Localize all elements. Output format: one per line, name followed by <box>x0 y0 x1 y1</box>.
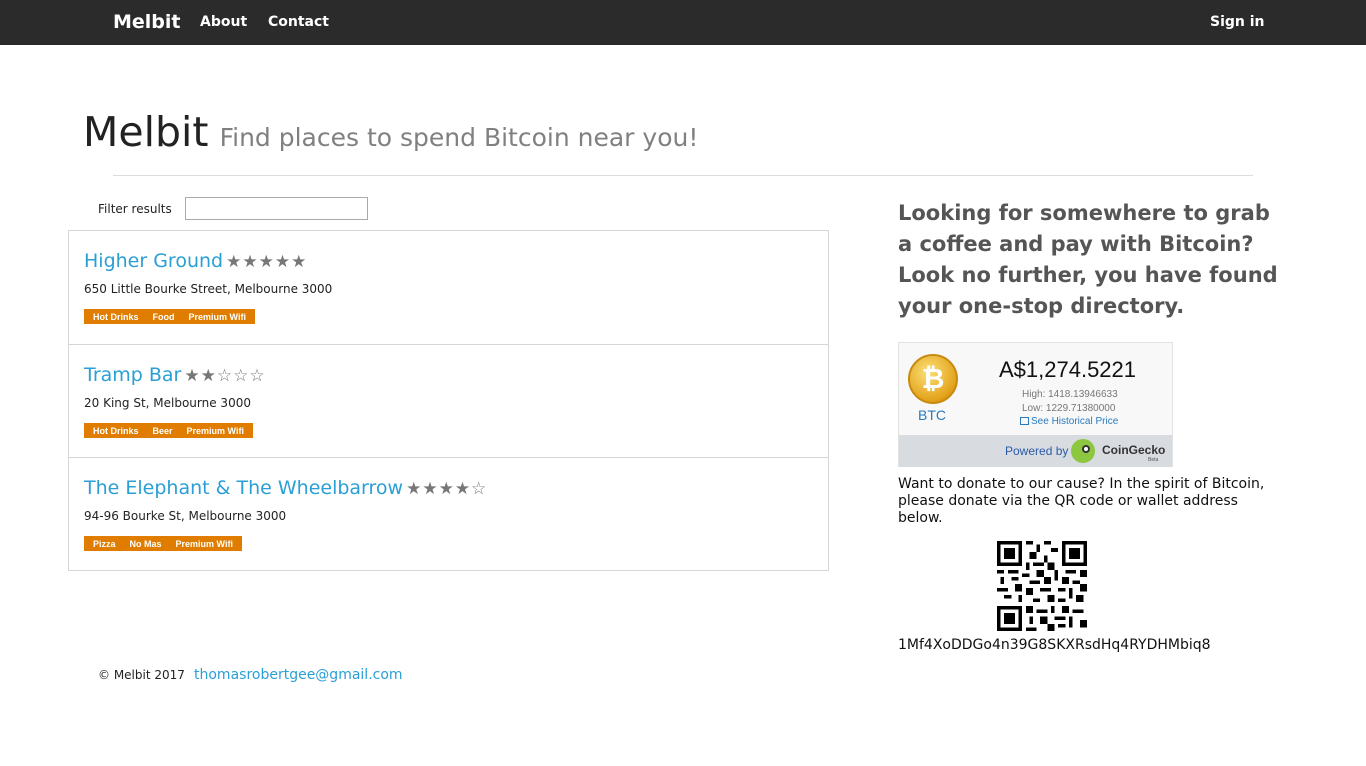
venue-heading: Higher Ground ★★★★★ <box>84 250 307 272</box>
venue-tag: Hot Drinks <box>93 425 139 436</box>
coingecko-brand[interactable]: CoinGecko <box>1102 443 1165 457</box>
price-low: Low: 1229.71380000 <box>1022 403 1116 414</box>
venue-tag: Pizza <box>93 538 116 549</box>
wallet-address: 1Mf4XoDDGo4n39G8SKXRsdHq4RYDHMbiq8 <box>898 637 1211 653</box>
price-high: High: 1418.13946633 <box>1022 389 1118 400</box>
venue-tag: Beer <box>152 425 173 436</box>
brand-link[interactable]: Melbit <box>113 11 181 33</box>
currency-label: BTC <box>918 407 946 423</box>
filter-label: Filter results <box>98 202 172 216</box>
tagline: Looking for somewhere to grab a coffee a… <box>898 201 1278 318</box>
venue-item: The Elephant & The Wheelbarrow ★★★★☆ 94-9… <box>69 457 828 570</box>
widget-footer: Powered by CoinGecko Beta <box>899 435 1172 467</box>
star-rating: ★★★★★ <box>226 252 308 272</box>
venue-tag: Premium Wifi <box>175 538 233 549</box>
beta-label: Beta <box>1148 457 1159 463</box>
venue-tags: Pizza No Mas Premium Wifi <box>84 536 242 551</box>
historical-price-label: See Historical Price <box>1031 416 1119 427</box>
filter-input[interactable] <box>185 197 368 220</box>
bitcoin-coin-icon: ₿ <box>908 354 958 404</box>
sign-in-link[interactable]: Sign in <box>1210 14 1265 30</box>
footer: © Melbit 2017 thomasrobertgee@gmail.com <box>98 664 403 683</box>
powered-by-label: Powered by <box>1005 444 1069 458</box>
price-widget: ₿ BTC A$1,274.5221 High: 1418.13946633 L… <box>898 342 1173 467</box>
venue-heading: The Elephant & The Wheelbarrow ★★★★☆ <box>84 477 487 499</box>
header-divider <box>113 175 1253 176</box>
donate-text: Want to donate to our cause? In the spir… <box>898 476 1265 526</box>
chart-icon <box>1020 417 1029 425</box>
page-title: Melbit <box>83 108 209 156</box>
coingecko-logo-icon[interactable] <box>1071 439 1095 463</box>
historical-price-link[interactable]: See Historical Price <box>1020 416 1118 427</box>
venue-name-link[interactable]: Tramp Bar <box>84 364 181 386</box>
top-navbar: Melbit About Contact Sign in <box>0 0 1366 45</box>
nav-about-link[interactable]: About <box>200 14 247 30</box>
btc-price: A$1,274.5221 <box>999 357 1137 382</box>
venue-address: 94-96 Bourke St, Melbourne 3000 <box>84 509 287 523</box>
venue-name-link[interactable]: The Elephant & The Wheelbarrow <box>84 477 403 499</box>
contact-email-link[interactable]: thomasrobertgee@gmail.com <box>194 667 403 683</box>
venue-address: 20 King St, Melbourne 3000 <box>84 396 251 410</box>
qr-code-icon <box>997 541 1087 631</box>
venue-item: Tramp Bar ★★☆☆☆ 20 King St, Melbourne 300… <box>69 344 828 457</box>
venue-tags: Hot Drinks Food Premium Wifi <box>84 309 255 324</box>
venue-address: 650 Little Bourke Street, Melbourne 3000 <box>84 282 333 296</box>
venue-tags: Hot Drinks Beer Premium Wifi <box>84 423 253 438</box>
venue-heading: Tramp Bar ★★☆☆☆ <box>84 364 266 386</box>
star-rating: ★★★★☆ <box>406 479 488 499</box>
venue-list: Higher Ground ★★★★★ 650 Little Bourke Str… <box>68 230 829 571</box>
venue-tag: Hot Drinks <box>93 311 139 322</box>
page-header: Melbit Find places to spend Bitcoin near… <box>83 108 1263 156</box>
nav-contact-link[interactable]: Contact <box>268 14 329 30</box>
venue-tag: No Mas <box>129 538 162 549</box>
venue-name-link[interactable]: Higher Ground <box>84 250 223 272</box>
venue-tag: Premium Wifi <box>186 425 244 436</box>
page-subtitle: Find places to spend Bitcoin near you! <box>219 123 699 152</box>
venue-tag: Premium Wifi <box>188 311 246 322</box>
copyright: © Melbit 2017 <box>98 668 185 682</box>
venue-tag: Food <box>152 311 175 322</box>
star-rating: ★★☆☆☆ <box>184 366 266 386</box>
venue-item: Higher Ground ★★★★★ 650 Little Bourke Str… <box>69 231 828 344</box>
